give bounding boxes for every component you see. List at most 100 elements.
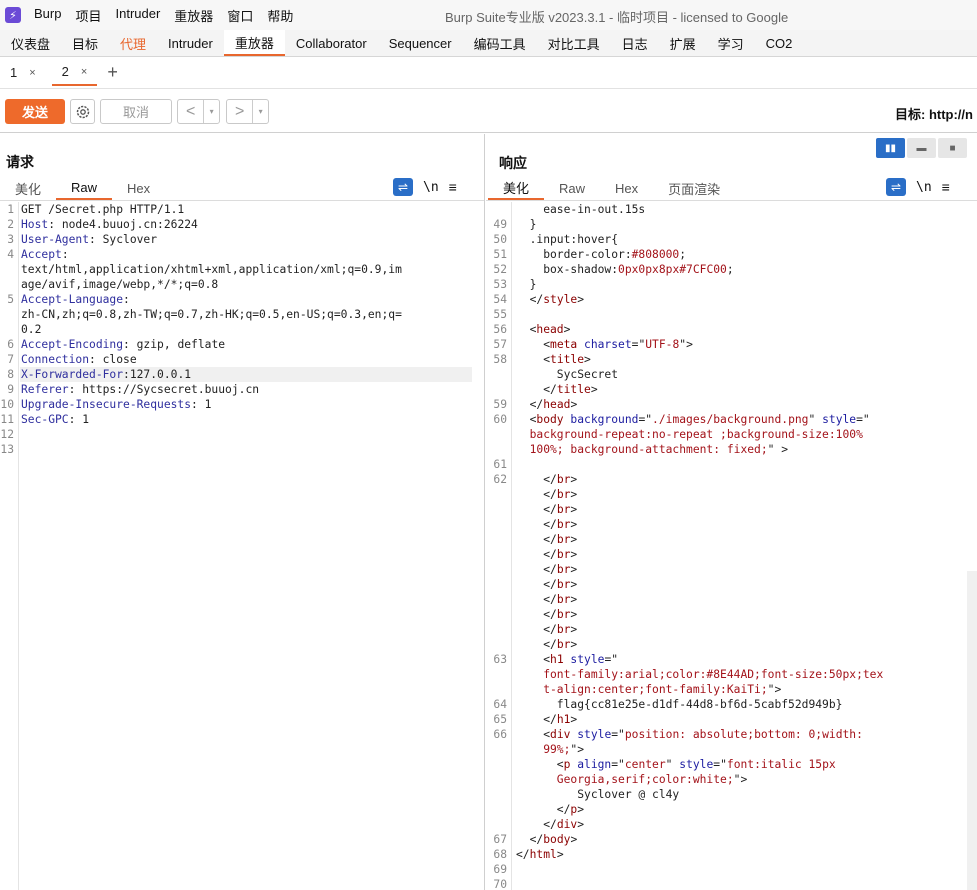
menu-icon[interactable]: ≡ [942, 179, 950, 195]
menu-icon[interactable]: ≡ [449, 179, 457, 195]
code-line: <p align="center" style="font:italic 15p… [486, 757, 977, 772]
code-line: 11 Sec-GPC: 1 [0, 412, 484, 427]
line-number: 57 [493, 338, 507, 351]
split-vertical-icon[interactable]: ▬ [907, 138, 936, 158]
code-line: 3 User-Agent: Syclover [0, 232, 484, 247]
code-text: Syclover @ cl4y [516, 787, 679, 802]
subtab-1[interactable]: 1 × [0, 60, 46, 86]
menu-burp[interactable]: Burp [27, 6, 68, 25]
code-text: <div style="position: absolute;bottom: 0… [516, 727, 863, 742]
subtab-2[interactable]: 2 × [51, 60, 98, 86]
gear-icon[interactable] [70, 99, 95, 124]
wrap-icon[interactable]: ⇌ [886, 178, 906, 196]
back-button[interactable]: < ▾ [177, 99, 220, 124]
code-token: > [570, 593, 578, 606]
tab-proxy[interactable]: 代理 [109, 30, 157, 56]
line-number: 50 [493, 233, 507, 246]
menu-intruder[interactable]: Intruder [108, 6, 167, 25]
subtab-label: 1 [10, 65, 18, 80]
menu-window[interactable]: 窗口 [220, 6, 260, 25]
code-line: 50 .input:hover{ [486, 232, 977, 247]
line-number: 53 [493, 278, 507, 291]
tab-repeater[interactable]: 重放器 [223, 30, 285, 56]
target-label[interactable]: 目标: http://n [895, 104, 973, 123]
code-text: <h1 style=" [516, 652, 618, 667]
code-line: 57 <meta charset="UTF-8"> [486, 337, 977, 352]
tab-logger[interactable]: 日志 [611, 30, 659, 56]
tab-dashboard[interactable]: 仪表盘 [0, 30, 61, 56]
tab-learn[interactable]: 学习 [707, 30, 755, 56]
tab-pretty[interactable]: 美化 [488, 176, 545, 200]
code-token: h1 [556, 713, 571, 726]
tab-intruder[interactable]: Intruder [157, 30, 224, 56]
tab-comparer[interactable]: 对比工具 [537, 30, 611, 56]
code-text: Accept-Encoding: gzip, deflate [21, 337, 225, 352]
newline-icon[interactable]: \n [423, 180, 439, 195]
code-token: </ [516, 398, 544, 411]
tab-hex[interactable]: Hex [112, 176, 165, 200]
code-token: : node4.buuoj.cn:26224 [48, 218, 198, 231]
wrap-icon[interactable]: ⇌ [393, 178, 413, 196]
code-token: div [556, 818, 578, 831]
response-editor[interactable]: ease-in-out.15s 49 } 50 .input:hover{51 bo… [486, 202, 977, 890]
menu-project[interactable]: 项目 [68, 6, 108, 25]
tab-pretty[interactable]: 美化 [0, 176, 56, 200]
code-token: 100%; background-attachment: fixed; [516, 443, 768, 456]
code-token: h1 [550, 653, 571, 666]
code-text: SycSecret [516, 367, 618, 382]
tab-render[interactable]: 页面渲染 [653, 176, 735, 200]
single-pane-icon[interactable]: ■ [938, 138, 967, 158]
close-icon[interactable]: × [81, 66, 87, 78]
code-token: t-align:center;font-family:KaiTi; [516, 683, 768, 696]
line-number: 13 [0, 443, 14, 456]
code-text: </br> [516, 577, 577, 592]
tab-decoder[interactable]: 编码工具 [463, 30, 537, 56]
request-editor[interactable]: 1 GET /Secret.php HTTP/1.1 2 Host: node4.bu… [0, 202, 484, 890]
tab-co2[interactable]: CO2 [755, 30, 804, 56]
cancel-button[interactable]: 取消 [100, 99, 172, 124]
code-token: Accept [21, 248, 62, 261]
code-token: background-repeat:no-repeat ;background-… [516, 428, 863, 441]
code-text: t-align:center;font-family:KaiTi;"> [516, 682, 781, 697]
tab-sequencer[interactable]: Sequencer [378, 30, 463, 56]
code-line: 62 </br> [486, 472, 977, 487]
newline-icon[interactable]: \n [916, 180, 932, 195]
close-icon[interactable]: × [29, 67, 35, 79]
menu-repeater[interactable]: 重放器 [167, 6, 220, 25]
tab-extensions[interactable]: 扩展 [659, 30, 707, 56]
tab-raw[interactable]: Raw [56, 176, 113, 200]
code-text: </head> [516, 397, 578, 412]
code-token: : 1 [68, 413, 90, 426]
code-text: Accept: [21, 247, 69, 262]
tab-raw[interactable]: Raw [544, 176, 600, 200]
code-token: :127.0.0.1 [123, 368, 192, 381]
menu-help[interactable]: 帮助 [260, 6, 300, 25]
code-token: Connection [21, 353, 90, 366]
split-horizontal-icon[interactable]: ▮▮ [876, 138, 905, 158]
code-token: X-Forwarded-For [21, 368, 124, 381]
code-token: > [577, 818, 585, 831]
code-text: </p> [516, 802, 584, 817]
send-button[interactable]: 发送 [5, 99, 65, 124]
code-token: </ [516, 533, 557, 546]
code-token: head [536, 323, 564, 336]
code-line: 51 border-color:#808000; [486, 247, 977, 262]
line-number: 11 [0, 413, 14, 426]
chevron-down-icon[interactable]: ▾ [252, 100, 268, 123]
code-token: </ [516, 848, 530, 861]
forward-button[interactable]: > ▾ [226, 99, 269, 124]
line-number: 55 [493, 308, 507, 321]
tab-hex[interactable]: Hex [600, 176, 653, 200]
chevron-down-icon[interactable]: ▾ [203, 100, 219, 123]
code-line: </div> [486, 817, 977, 832]
code-token: br [556, 578, 571, 591]
code-line: 69 [486, 862, 977, 877]
code-token: Accept-Language [21, 293, 124, 306]
scrollbar[interactable] [967, 571, 977, 890]
code-token: Host [21, 218, 49, 231]
tab-target[interactable]: 目标 [61, 30, 109, 56]
code-line: </br> [486, 517, 977, 532]
tab-collaborator[interactable]: Collaborator [285, 30, 378, 56]
add-tab-icon[interactable]: + [107, 62, 118, 83]
code-token: : 1 [191, 398, 212, 411]
